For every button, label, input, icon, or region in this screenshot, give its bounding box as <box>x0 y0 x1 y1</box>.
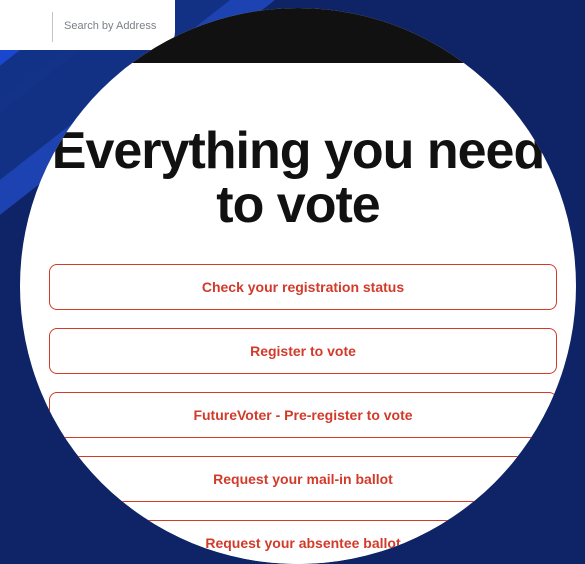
page-title: Everything you need to vote <box>20 124 576 232</box>
future-voter-preregister-button[interactable]: FutureVoter - Pre-register to vote <box>49 392 557 438</box>
page-title-line-1: Everything you need <box>51 122 545 180</box>
page-title-line-2: to vote <box>216 176 380 234</box>
magnified-page-view: Everything you need to vote Check your r… <box>20 8 576 564</box>
request-mail-in-ballot-button[interactable]: Request your mail-in ballot <box>49 456 557 502</box>
register-to-vote-button[interactable]: Register to vote <box>49 328 557 374</box>
request-absentee-ballot-button[interactable]: Request your absentee ballot <box>49 520 557 564</box>
check-registration-status-button[interactable]: Check your registration status <box>49 264 557 310</box>
page-top-bar <box>20 8 576 63</box>
